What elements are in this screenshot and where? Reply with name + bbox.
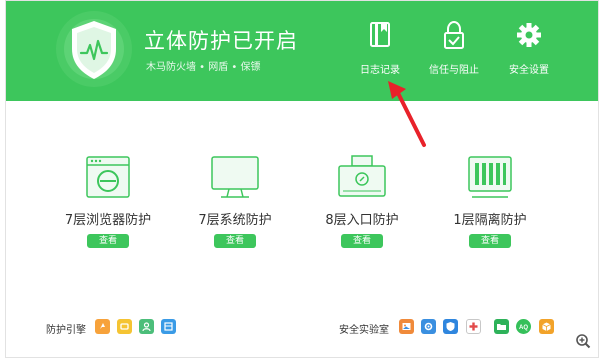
page-title: 立体防护已开启 (144, 29, 298, 53)
svg-text:AQ: AQ (519, 325, 528, 331)
security-settings-label: 安全设置 (509, 65, 549, 76)
module-label: 7层浏览器防护 (64, 213, 152, 228)
view-system-button[interactable]: 查看 (214, 234, 256, 248)
monitor-icon (205, 153, 265, 203)
browser-protection-module: 7层浏览器防护 查看 (50, 153, 166, 248)
lab-shield-icon[interactable] (443, 319, 458, 334)
entry-box-icon (332, 153, 392, 203)
lab-folder-icon[interactable] (494, 319, 509, 334)
protection-window: 立体防护已开启 木马防火墙 • 网盾 • 保镖 日志记录 信任与阻止 安全设置 … (5, 0, 599, 358)
engine-label: 防护引擎 (46, 325, 86, 336)
module-label: 8层入口防护 (325, 213, 399, 228)
security-settings-button[interactable]: 安全设置 (499, 21, 559, 76)
page-subtitle: 木马防火墙 • 网盾 • 保镖 (146, 62, 261, 73)
lab-firstaid-icon[interactable] (466, 319, 481, 334)
trust-block-label: 信任与阻止 (429, 65, 479, 76)
lock-check-icon (424, 20, 484, 49)
gear-icon (499, 21, 559, 49)
security-lab-label: 安全实验室 (339, 325, 389, 336)
status-header: 立体防护已开启 木马防火墙 • 网盾 • 保镖 日志记录 信任与阻止 安全设置 (6, 1, 598, 101)
engine-orange-icon[interactable] (95, 319, 110, 334)
log-button[interactable]: 日志记录 (350, 21, 410, 76)
annotation-arrow-icon (388, 81, 426, 147)
lab-image-icon[interactable] (399, 319, 414, 334)
engine-yellow-icon[interactable] (117, 319, 132, 334)
log-button-label: 日志记录 (360, 65, 400, 76)
lab-aq-icon[interactable]: AQ (516, 319, 531, 334)
isolation-bars-icon (460, 153, 520, 203)
zoom-in-icon[interactable] (575, 333, 591, 349)
view-entry-button[interactable]: 查看 (341, 234, 383, 248)
browser-window-icon (78, 153, 138, 203)
engine-green-icon[interactable] (139, 319, 154, 334)
entry-protection-module: 8层入口防护 查看 (304, 153, 420, 248)
lab-gear-icon[interactable] (421, 319, 436, 334)
view-browser-button[interactable]: 查看 (87, 234, 129, 248)
isolation-protection-module: 1层隔离防护 查看 (432, 153, 548, 248)
system-protection-module: 7层系统防护 查看 (177, 153, 293, 248)
lab-box-icon[interactable] (539, 319, 554, 334)
view-isolation-button[interactable]: 查看 (469, 234, 511, 248)
log-book-icon (350, 21, 410, 49)
engine-blue-icon[interactable] (161, 319, 176, 334)
shield-icon (54, 9, 134, 89)
trust-block-button[interactable]: 信任与阻止 (424, 20, 484, 76)
module-label: 7层系统防护 (198, 213, 272, 228)
module-label: 1层隔离防护 (453, 213, 527, 228)
